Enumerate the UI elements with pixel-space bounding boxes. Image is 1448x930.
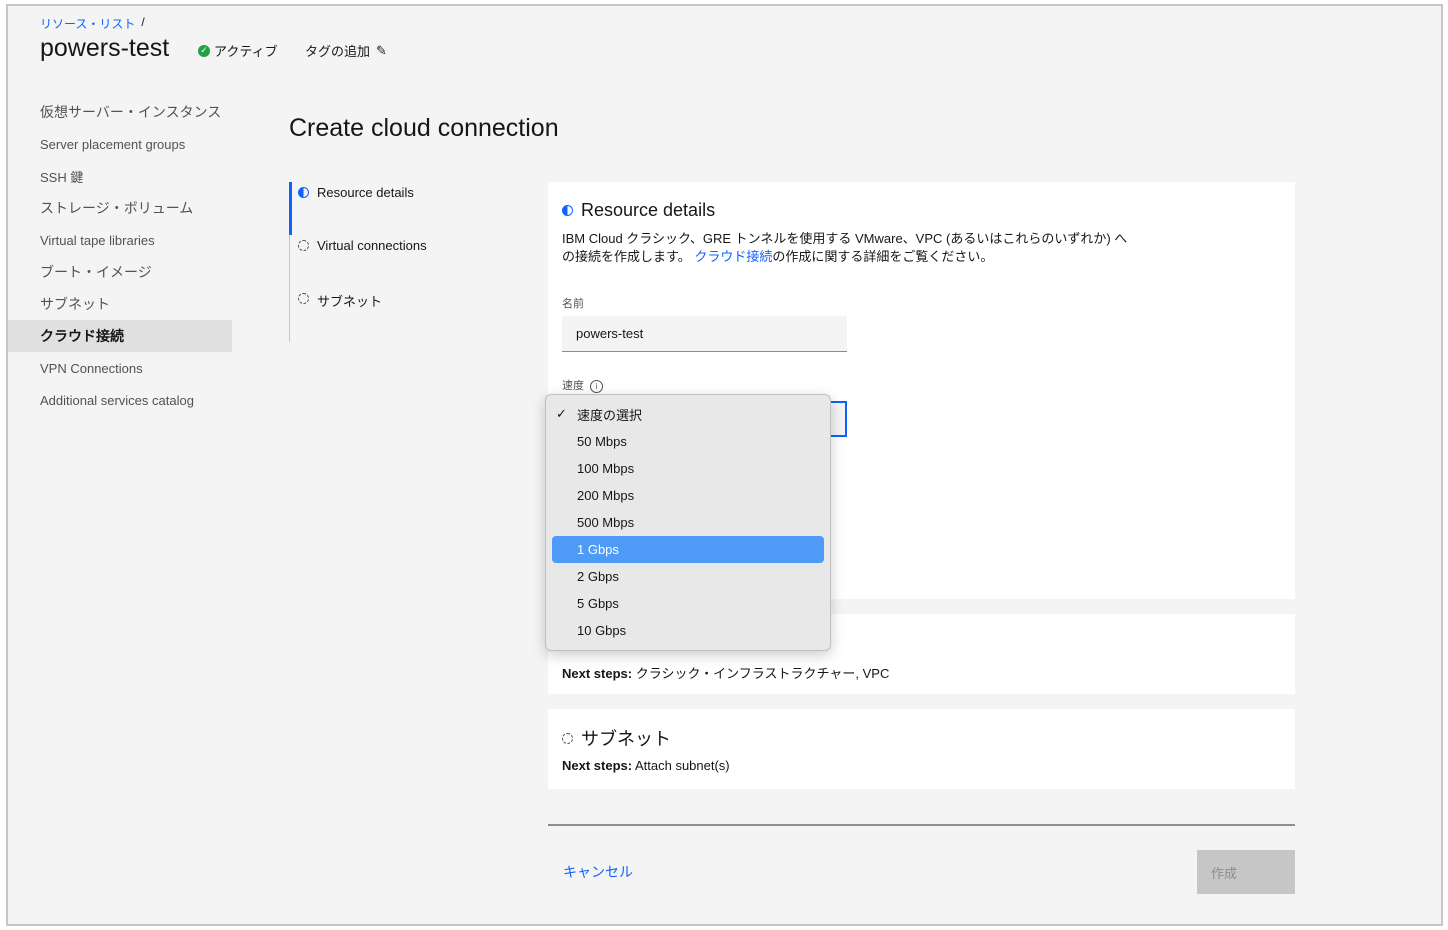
sidebar-item-boot-images[interactable]: ブート・イメージ	[8, 256, 232, 288]
sidebar-item-cloud-connections[interactable]: クラウド接続	[8, 320, 232, 352]
speed-option-10gbps[interactable]: 10 Gbps	[552, 617, 824, 644]
speed-option-5gbps[interactable]: 5 Gbps	[552, 590, 824, 617]
option-label: 速度の選択	[577, 408, 643, 423]
next-steps-label: Next steps:	[562, 666, 633, 681]
speed-option-100mbps[interactable]: 100 Mbps	[552, 455, 824, 482]
speed-option-50mbps[interactable]: 50 Mbps	[552, 428, 824, 455]
virtual-connections-next-steps: Next steps: クラシック・インフラストラクチャー, VPC	[562, 663, 889, 682]
status-badge: ✓ アクティブ	[198, 41, 278, 60]
add-tag-label: タグの追加	[305, 44, 371, 59]
subnet-title: サブネット	[581, 729, 671, 749]
subnet-panel: サブネット Next steps: Attach subnet(s)	[548, 709, 1295, 789]
option-label: 1 Gbps	[577, 542, 619, 557]
option-label: 500 Mbps	[577, 515, 635, 530]
app-frame: リソース・リスト / powers-test ✓ アクティブ タグの追加 ✎ 仮…	[6, 4, 1443, 926]
footer-divider	[548, 824, 1295, 826]
option-label: 200 Mbps	[577, 488, 635, 503]
not-started-icon	[298, 240, 309, 251]
name-input[interactable]: powers-test	[562, 316, 847, 352]
step-virtual-connections[interactable]: Virtual connections	[290, 235, 450, 288]
page-title: powers-test	[40, 34, 170, 62]
sidebar-item-subnets[interactable]: サブネット	[8, 288, 232, 320]
name-input-value: powers-test	[576, 326, 644, 341]
speed-label-row: 速度 i	[562, 377, 603, 393]
next-steps-value: クラシック・インフラストラクチャー, VPC	[635, 666, 890, 681]
step-label: Virtual connections	[317, 238, 427, 253]
resource-details-description: IBM Cloud クラシック、GRE トンネルを使用する VMware、VPC…	[562, 230, 1132, 266]
sidebar-nav: 仮想サーバー・インスタンス Server placement groups SS…	[8, 96, 232, 416]
step-subnet[interactable]: サブネット	[290, 288, 450, 341]
checkmark-circle-icon: ✓	[198, 44, 210, 57]
speed-option-200mbps[interactable]: 200 Mbps	[552, 482, 824, 509]
speed-option-500mbps[interactable]: 500 Mbps	[552, 509, 824, 536]
description-text-end: の作成に関する詳細をご覧ください。	[772, 249, 994, 264]
resource-details-title: Resource details	[581, 200, 716, 220]
add-tag-button[interactable]: タグの追加 ✎	[305, 41, 387, 60]
breadcrumb-link-resource-list[interactable]: リソース・リスト	[40, 15, 135, 32]
in-progress-icon	[298, 187, 309, 198]
cancel-button[interactable]: キャンセル	[563, 862, 633, 882]
option-label: 2 Gbps	[577, 569, 619, 584]
option-label: 100 Mbps	[577, 461, 635, 476]
sidebar-item-additional-services-catalog[interactable]: Additional services catalog	[8, 384, 232, 416]
speed-option-placeholder[interactable]: ✓ 速度の選択	[552, 401, 824, 428]
info-icon[interactable]: i	[590, 379, 603, 393]
section-title: Resource details	[562, 200, 715, 221]
progress-indicator: Resource details Virtual connections サブネ…	[289, 182, 450, 342]
name-label: 名前	[562, 298, 584, 310]
step-label: Resource details	[317, 185, 414, 200]
not-started-icon	[562, 732, 573, 744]
option-label: 5 Gbps	[577, 596, 619, 611]
speed-option-2gbps[interactable]: 2 Gbps	[552, 563, 824, 590]
step-label: サブネット	[317, 294, 383, 309]
breadcrumb-separator: /	[141, 15, 145, 29]
next-steps-value: Attach subnet(s)	[634, 758, 730, 773]
in-progress-icon	[562, 205, 573, 216]
sidebar-item-server-placement-groups[interactable]: Server placement groups	[8, 128, 232, 160]
section-title: サブネット	[562, 725, 671, 751]
next-steps-label: Next steps:	[562, 758, 633, 773]
create-button[interactable]: 作成	[1197, 850, 1295, 894]
breadcrumb: リソース・リスト /	[40, 15, 145, 32]
not-started-icon	[298, 293, 309, 304]
step-resource-details[interactable]: Resource details	[289, 182, 450, 235]
option-label: 10 Gbps	[577, 623, 627, 638]
create-page-heading: Create cloud connection	[289, 114, 559, 142]
speed-dropdown-menu: ✓ 速度の選択 50 Mbps 100 Mbps 200 Mbps 500 Mbp…	[545, 394, 831, 651]
status-label: アクティブ	[214, 44, 278, 59]
sidebar-item-storage-volumes[interactable]: ストレージ・ボリューム	[8, 192, 232, 224]
speed-label: 速度	[562, 380, 584, 392]
option-label: 50 Mbps	[577, 434, 627, 449]
checkmark-icon: ✓	[556, 406, 567, 421]
sidebar-item-vpn-connections[interactable]: VPN Connections	[8, 352, 232, 384]
sidebar-item-virtual-server-instances[interactable]: 仮想サーバー・インスタンス	[8, 96, 232, 128]
sidebar-item-virtual-tape-libraries[interactable]: Virtual tape libraries	[8, 224, 232, 256]
sidebar-item-ssh-keys[interactable]: SSH 鍵	[8, 160, 232, 192]
cloud-connection-link[interactable]: クラウド接続	[694, 249, 772, 264]
pencil-icon: ✎	[376, 42, 387, 58]
speed-option-1gbps[interactable]: 1 Gbps	[552, 536, 824, 563]
subnet-next-steps: Next steps: Attach subnet(s)	[562, 758, 730, 773]
